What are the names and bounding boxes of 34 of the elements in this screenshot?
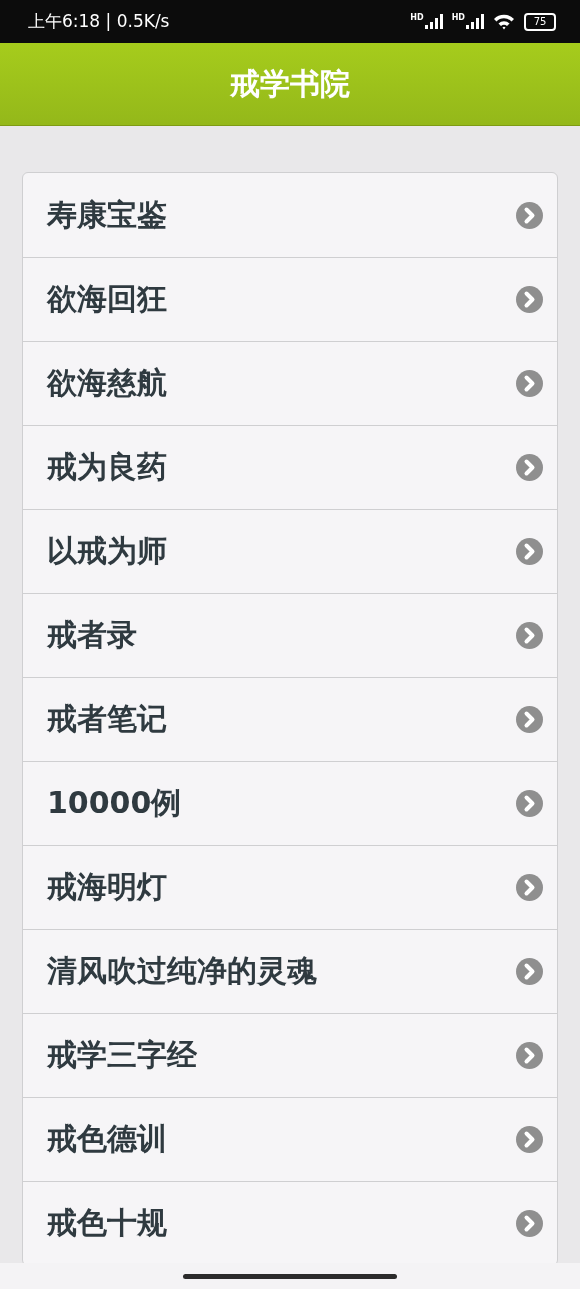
menu-item[interactable]: 10000例 [23, 761, 557, 845]
hd-label: HD [410, 14, 424, 22]
status-time: 上午6:18 | 0.5K/s [28, 10, 170, 33]
chevron-right-icon [516, 790, 543, 817]
menu-item[interactable]: 戒为良药 [23, 425, 557, 509]
chevron-right-icon [516, 874, 543, 901]
menu-item[interactable]: 清风吹过纯净的灵魂 [23, 929, 557, 1013]
chevron-right-icon [516, 1126, 543, 1153]
hd-label: HD [451, 14, 465, 22]
menu-item[interactable]: 欲海慈航 [23, 341, 557, 425]
chevron-right-icon [516, 370, 543, 397]
page-title: 戒学书院 [230, 64, 350, 103]
chevron-right-icon [516, 706, 543, 733]
chevron-right-icon [516, 201, 543, 229]
menu-item[interactable]: 戒学三字经 [23, 1013, 557, 1097]
menu-item[interactable]: 欲海回狂 [23, 257, 557, 341]
menu-item[interactable]: 寿康宝鉴 [23, 173, 557, 257]
chevron-right-icon [516, 622, 543, 649]
menu-item[interactable]: 戒者笔记 [23, 677, 557, 761]
menu-item[interactable]: 戒海明灯 [23, 845, 557, 929]
chevron-right-icon [516, 538, 543, 565]
menu-item[interactable]: 戒色德训 [23, 1097, 557, 1181]
signal-icon [424, 14, 443, 29]
home-indicator[interactable] [183, 1273, 397, 1279]
battery-icon: 75 [524, 12, 556, 31]
wifi-icon [493, 13, 515, 30]
chevron-right-icon [516, 1042, 543, 1069]
menu-item[interactable]: 戒者录 [23, 593, 557, 677]
chevron-right-icon [516, 1210, 543, 1237]
chevron-right-icon [516, 958, 543, 985]
menu-item[interactable]: 以戒为师 [23, 509, 557, 593]
chevron-right-icon [516, 286, 543, 313]
signal-icon [466, 14, 484, 29]
chevron-right-icon [516, 454, 543, 481]
